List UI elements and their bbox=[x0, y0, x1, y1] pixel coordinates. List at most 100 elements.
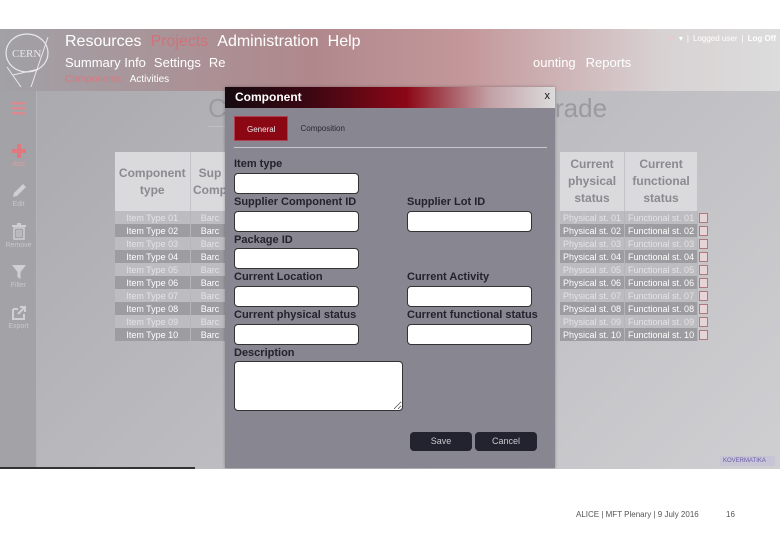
component-dialog: Component x General Composition Item typ… bbox=[225, 87, 555, 468]
supplier-component-id-input[interactable] bbox=[234, 211, 359, 232]
cell-component-type: Item Type 04 bbox=[115, 250, 191, 263]
table-row[interactable]: Item Type 07 Barc bbox=[115, 289, 231, 302]
column-header-functional-status[interactable]: Current functional status bbox=[624, 152, 699, 211]
components-table-right: Current physical status Current function… bbox=[560, 152, 710, 341]
table-row[interactable]: Physical st. 02 Functional st. 02 bbox=[560, 224, 710, 237]
table-row[interactable]: Physical st. 03 Functional st. 03 bbox=[560, 237, 710, 250]
sidebar-menu-button[interactable] bbox=[0, 101, 37, 117]
subnav-settings[interactable]: Settings bbox=[154, 55, 201, 70]
nav-help[interactable]: Help bbox=[328, 33, 361, 51]
subnav-reports[interactable]: Reports bbox=[586, 55, 632, 70]
cell-physical-status: Physical st. 06 bbox=[560, 276, 626, 289]
column-header-component-type[interactable]: Component type bbox=[115, 152, 191, 211]
separator: | bbox=[741, 34, 744, 43]
table-row[interactable]: Item Type 08 Barc bbox=[115, 302, 231, 315]
cell-functional-status: Functional st. 01 bbox=[624, 211, 699, 224]
table-row[interactable]: Physical st. 01 Functional st. 01 bbox=[560, 211, 710, 224]
table-row[interactable]: Item Type 04 Barc bbox=[115, 250, 231, 263]
sidebar-item-export[interactable]: Export bbox=[0, 305, 37, 330]
table-row[interactable]: Item Type 06 Barc bbox=[115, 276, 231, 289]
current-location-input[interactable] bbox=[234, 286, 359, 307]
components-table-left: Component type Sup Comp Item Type 01 Barc… bbox=[115, 152, 231, 341]
row-details-icon[interactable] bbox=[699, 329, 709, 340]
cell-functional-status: Functional st. 07 bbox=[624, 289, 699, 302]
tab-composition[interactable]: Composition bbox=[288, 116, 356, 141]
cancel-button[interactable]: Cancel bbox=[475, 432, 537, 451]
supplier-lot-id-input[interactable] bbox=[407, 211, 532, 232]
package-id-input[interactable] bbox=[234, 248, 359, 269]
table-row[interactable]: Physical st. 06 Functional st. 06 bbox=[560, 276, 710, 289]
thirdnav-components[interactable]: Components bbox=[65, 74, 122, 85]
dropdown-icon[interactable]: ▾ bbox=[679, 34, 683, 43]
nav-resources[interactable]: Resources bbox=[65, 33, 141, 51]
sidebar-item-label: Filter bbox=[10, 282, 27, 289]
item-type-input[interactable] bbox=[234, 173, 359, 194]
table-row[interactable]: Physical st. 05 Functional st. 05 bbox=[560, 263, 710, 276]
gear-icon[interactable]: ✿ bbox=[668, 34, 675, 43]
row-details-icon[interactable] bbox=[699, 277, 709, 288]
separator: | bbox=[686, 34, 689, 43]
current-functional-status-input[interactable] bbox=[407, 324, 532, 345]
subnav-summary-info[interactable]: Summary Info bbox=[65, 55, 146, 70]
table-row[interactable]: Physical st. 07 Functional st. 07 bbox=[560, 289, 710, 302]
close-icon[interactable]: x bbox=[545, 90, 551, 102]
row-details-icon[interactable] bbox=[699, 290, 709, 301]
log-off-link[interactable]: Log Off bbox=[748, 34, 776, 43]
row-details-icon[interactable] bbox=[699, 264, 709, 275]
cern-logo-icon: CERN bbox=[5, 33, 49, 88]
table-row[interactable]: Physical st. 04 Functional st. 04 bbox=[560, 250, 710, 263]
cell-component-type: Item Type 09 bbox=[115, 315, 191, 328]
column-header-physical-status[interactable]: Current physical status bbox=[560, 152, 626, 211]
row-details-icon[interactable] bbox=[699, 238, 709, 249]
tabs-divider bbox=[234, 147, 547, 148]
row-details-icon[interactable] bbox=[699, 212, 709, 223]
menu-icon bbox=[11, 102, 26, 115]
thirdnav-activities[interactable]: Activities bbox=[130, 74, 169, 85]
table-row[interactable]: Item Type 05 Barc bbox=[115, 263, 231, 276]
sidebar-item-edit[interactable]: Edit bbox=[0, 183, 37, 208]
pencil-icon bbox=[12, 184, 26, 197]
cell-physical-status: Physical st. 04 bbox=[560, 250, 626, 263]
row-details-icon[interactable] bbox=[699, 251, 709, 262]
trash-icon bbox=[11, 223, 26, 240]
table-row[interactable]: Item Type 09 Barc bbox=[115, 315, 231, 328]
cell-physical-status: Physical st. 07 bbox=[560, 289, 626, 302]
subnav-resources-partial[interactable]: Re bbox=[209, 55, 226, 70]
table-row[interactable]: Item Type 03 Barc bbox=[115, 237, 231, 250]
table-row[interactable]: Physical st. 09 Functional st. 09 bbox=[560, 315, 710, 328]
table-row[interactable]: Item Type 02 Barc bbox=[115, 224, 231, 237]
cell-component-type: Item Type 10 bbox=[115, 328, 191, 341]
sub-nav: Summary Info Settings Re bbox=[65, 55, 226, 70]
table-row[interactable]: Item Type 10 Barc bbox=[115, 328, 231, 341]
row-details-icon[interactable] bbox=[699, 303, 709, 314]
supplier-lot-id-label: Supplier Lot ID bbox=[407, 196, 486, 208]
save-button[interactable]: Save bbox=[410, 432, 472, 451]
nav-projects[interactable]: Projects bbox=[150, 33, 208, 51]
row-details-icon[interactable] bbox=[699, 225, 709, 236]
subnav-accounting-partial[interactable]: ounting bbox=[533, 55, 576, 70]
column-header-supplier-component[interactable]: Sup Comp bbox=[190, 152, 231, 211]
cell-physical-status: Physical st. 10 bbox=[560, 328, 626, 341]
dialog-tabs: General Composition bbox=[234, 116, 357, 141]
table-row[interactable]: Physical st. 10 Functional st. 10 bbox=[560, 328, 710, 341]
current-activity-label: Current Activity bbox=[407, 271, 490, 283]
cell-functional-status: Functional st. 05 bbox=[624, 263, 699, 276]
sidebar-item-filter[interactable]: Filter bbox=[0, 264, 37, 289]
table-row[interactable]: Item Type 01 Barc bbox=[115, 211, 231, 224]
nav-administration[interactable]: Administration bbox=[217, 33, 318, 51]
divider bbox=[0, 467, 195, 469]
cell-functional-status: Functional st. 09 bbox=[624, 315, 699, 328]
cell-supplier-component: Barc bbox=[190, 289, 231, 302]
description-textarea[interactable] bbox=[234, 361, 403, 411]
current-physical-status-input[interactable] bbox=[234, 324, 359, 345]
cell-functional-status: Functional st. 06 bbox=[624, 276, 699, 289]
sidebar-item-remove[interactable]: Remove bbox=[0, 223, 37, 249]
table-row[interactable]: Physical st. 08 Functional st. 08 bbox=[560, 302, 710, 315]
sidebar-item-add[interactable]: Add bbox=[0, 143, 37, 168]
current-activity-input[interactable] bbox=[407, 286, 532, 307]
tab-general[interactable]: General bbox=[234, 116, 289, 141]
slide-number: 16 bbox=[726, 510, 735, 519]
cell-component-type: Item Type 08 bbox=[115, 302, 191, 315]
cell-component-type: Item Type 07 bbox=[115, 289, 191, 302]
row-details-icon[interactable] bbox=[699, 316, 709, 327]
